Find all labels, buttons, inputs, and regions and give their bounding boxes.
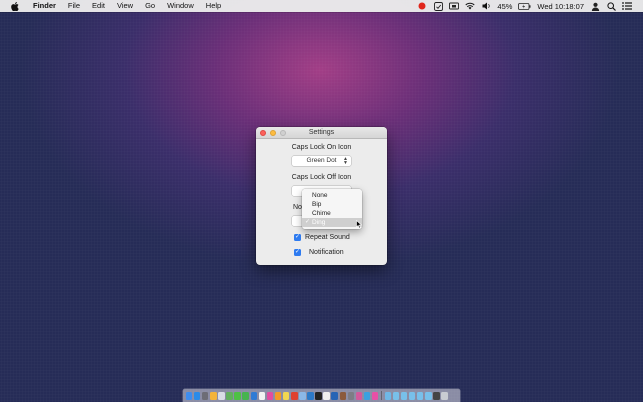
- calendar-icon[interactable]: [258, 391, 266, 400]
- sourcetree-icon[interactable]: [331, 391, 338, 400]
- battery-icon[interactable]: [518, 1, 531, 11]
- activity-icon[interactable]: [355, 391, 363, 400]
- menubar-clock[interactable]: Wed 10:18:07: [537, 2, 584, 11]
- repeat-sound-row[interactable]: ✓ Repeat Sound: [294, 234, 350, 241]
- launchpad-icon[interactable]: [201, 391, 209, 400]
- caps-off-label: Caps Lock Off Icon: [291, 174, 352, 181]
- red-dot-status-icon[interactable]: [417, 1, 427, 11]
- zoom-button[interactable]: [280, 130, 286, 136]
- folder-icon-3[interactable]: [408, 391, 416, 400]
- app-icon-3[interactable]: [384, 391, 392, 400]
- caps-lock-status-icon[interactable]: [433, 1, 443, 11]
- display-icon[interactable]: [449, 1, 460, 11]
- notes-icon[interactable]: [282, 391, 290, 400]
- terminal-icon[interactable]: [315, 391, 322, 400]
- notification-row[interactable]: ✓ Notification: [294, 249, 344, 256]
- finder-icon[interactable]: [185, 391, 193, 400]
- minimize-button[interactable]: [270, 130, 276, 136]
- sound-dropdown-menu: None Bip Chime ✓ Ding: [302, 189, 362, 229]
- dropdown-item-bip[interactable]: Bip: [302, 200, 362, 209]
- preview-icon[interactable]: [299, 391, 306, 400]
- dropdown-item-chime[interactable]: Chime: [302, 209, 362, 218]
- checkmark-icon: ✓: [305, 219, 311, 225]
- spotlight-icon[interactable]: [606, 1, 616, 11]
- downloads-icon[interactable]: [433, 391, 440, 400]
- dictionary-icon[interactable]: [339, 391, 347, 400]
- appstore-icon[interactable]: [193, 391, 201, 400]
- battery-percentage[interactable]: 45%: [497, 2, 512, 11]
- chevron-updown-icon: ▲ ▼: [343, 156, 348, 166]
- menu-edit[interactable]: Edit: [86, 0, 111, 12]
- close-button[interactable]: [260, 130, 266, 136]
- repeat-sound-label[interactable]: Repeat Sound: [305, 234, 350, 241]
- ibooks-icon[interactable]: [274, 391, 282, 400]
- partial-label: No: [293, 204, 302, 211]
- itunes-icon[interactable]: [266, 391, 274, 400]
- dropdown-item-ding-label: Ding: [312, 219, 326, 226]
- textedit-icon[interactable]: [323, 391, 330, 400]
- repeat-sound-checkbox[interactable]: ✓: [294, 234, 301, 241]
- mouse-pointer-icon: [356, 220, 363, 229]
- user-icon[interactable]: [590, 1, 600, 11]
- notification-checkbox[interactable]: ✓: [294, 249, 301, 256]
- menu-window[interactable]: Window: [161, 0, 200, 12]
- dropdown-item-ding[interactable]: ✓ Ding: [302, 218, 362, 227]
- dropdown-item-none[interactable]: None: [302, 191, 362, 200]
- app-icon-2[interactable]: [371, 391, 379, 400]
- folder-icon-2[interactable]: [400, 391, 408, 400]
- caps-on-value: Green Dot: [306, 157, 337, 164]
- menu-help[interactable]: Help: [200, 0, 227, 12]
- messages-icon[interactable]: [234, 391, 241, 400]
- menu-bar: Finder File Edit View Go Window Help 45%…: [0, 0, 643, 12]
- wifi-icon[interactable]: [465, 1, 476, 11]
- caps-on-popup[interactable]: Green Dot ▲ ▼: [292, 156, 351, 166]
- menu-go[interactable]: Go: [139, 0, 161, 12]
- caps-on-label: Caps Lock On Icon: [291, 144, 352, 151]
- safari-icon[interactable]: [250, 391, 258, 400]
- folder-icon-5[interactable]: [425, 391, 432, 400]
- notification-center-icon[interactable]: [622, 1, 632, 11]
- menu-file[interactable]: File: [62, 0, 86, 12]
- chrome-icon[interactable]: [291, 391, 298, 400]
- volume-icon[interactable]: [481, 1, 491, 11]
- menu-app-finder[interactable]: Finder: [27, 0, 62, 12]
- notification-label[interactable]: Notification: [309, 249, 344, 256]
- photos-icon[interactable]: [210, 391, 217, 400]
- mail-icon[interactable]: [218, 391, 225, 400]
- xcode-icon[interactable]: [307, 391, 314, 400]
- trash-icon[interactable]: [441, 391, 448, 400]
- app-icon-1[interactable]: [363, 391, 371, 400]
- system-prefs-icon[interactable]: [347, 391, 355, 400]
- folder-icon-1[interactable]: [392, 391, 400, 400]
- window-titlebar[interactable]: Settings: [256, 127, 387, 139]
- apple-icon[interactable]: [10, 1, 20, 11]
- dock-separator: [381, 391, 382, 400]
- facetime-icon[interactable]: [242, 391, 249, 400]
- dock: [183, 389, 460, 402]
- folder-icon-4[interactable]: [416, 391, 424, 400]
- menu-view[interactable]: View: [111, 0, 139, 12]
- maps-icon[interactable]: [226, 391, 233, 400]
